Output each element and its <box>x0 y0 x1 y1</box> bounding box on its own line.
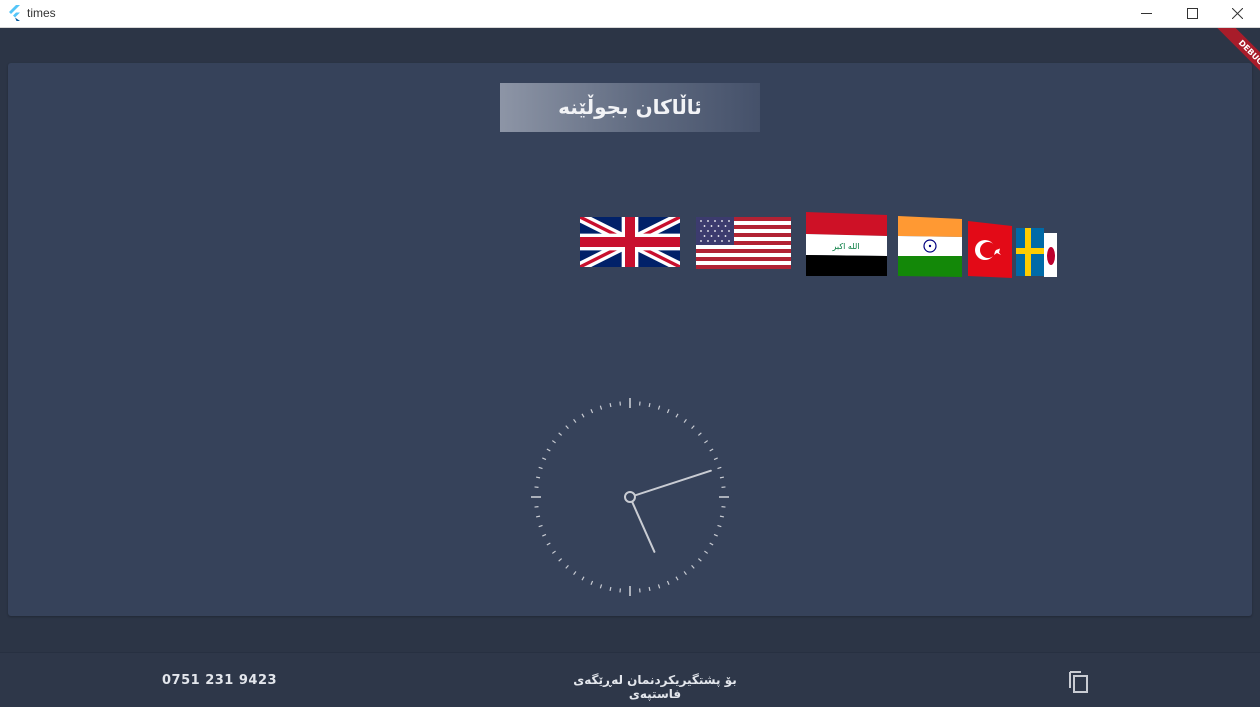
debug-label: DEBUG <box>1215 28 1260 88</box>
clock-tick <box>539 525 543 526</box>
clock-tick <box>720 516 724 517</box>
clock-tick <box>649 587 650 591</box>
clock-tick <box>536 477 540 478</box>
clock-tick <box>717 467 721 468</box>
clock-tick <box>542 534 546 536</box>
clock-tick <box>667 409 669 413</box>
flutter-logo-icon <box>8 5 22 21</box>
window-titlebar: times <box>0 0 1260 28</box>
close-icon <box>1232 8 1243 19</box>
clock-tick <box>714 534 718 536</box>
clock-tick <box>600 584 601 588</box>
minimize-icon <box>1141 8 1152 19</box>
top-band <box>0 28 1260 63</box>
clock-tick <box>547 449 550 451</box>
clock-tick <box>692 565 695 568</box>
clock-tick <box>547 543 550 545</box>
minimize-button[interactable] <box>1124 0 1170 27</box>
clock-tick <box>667 581 669 585</box>
clock-tick <box>591 409 593 413</box>
clock-tick <box>539 467 543 468</box>
clock-tick <box>536 516 540 517</box>
clock-tick <box>600 406 601 410</box>
uk-flag[interactable] <box>580 217 680 267</box>
analog-clock <box>530 397 730 597</box>
clock-tick <box>559 559 562 562</box>
clock-tick <box>649 403 650 407</box>
phone-number: 0751 231 9423 <box>162 673 277 688</box>
footer-bar: 0751 231 9423 بۆ پشتگیریکردنمان لەڕێگەی … <box>0 652 1260 707</box>
clock-tick <box>698 433 701 436</box>
clock-tick <box>658 406 659 410</box>
support-text: بۆ پشتگیریکردنمان لەڕێگەی فاستپەی <box>560 673 750 701</box>
clock-tick <box>610 587 611 591</box>
clock-tick <box>552 441 555 443</box>
title-banner: ئاڵاکان بجوڵێنە <box>500 83 760 132</box>
clock-tick <box>591 581 593 585</box>
clock-tick <box>542 458 546 460</box>
clock-tick <box>704 441 707 443</box>
debug-banner: DEBUG <box>1200 28 1260 88</box>
usa-flag[interactable] <box>696 217 791 269</box>
page-title: ئاڵاکان بجوڵێنە <box>500 83 760 132</box>
clock-tick <box>566 565 569 568</box>
clock-tick <box>717 525 721 526</box>
clock-tick <box>582 577 584 580</box>
close-button[interactable] <box>1215 0 1260 27</box>
clock-tick <box>574 571 576 574</box>
clock-center <box>625 492 635 502</box>
clock-tick <box>704 551 707 553</box>
clock-tick <box>574 419 576 422</box>
clock-tick <box>676 577 678 580</box>
clock-tick <box>710 543 713 545</box>
clock-tick <box>684 571 686 574</box>
maximize-icon <box>1187 8 1198 19</box>
copy-button[interactable] <box>1066 669 1090 693</box>
clock-tick <box>552 551 555 553</box>
clock-tick <box>566 426 569 429</box>
copy-icon <box>1066 669 1090 693</box>
clock-minute-hand <box>635 471 711 496</box>
clock-tick <box>676 414 678 417</box>
iraq-flag[interactable]: الله اكبر <box>806 212 887 276</box>
clock-tick <box>698 559 701 562</box>
clock-tick <box>692 426 695 429</box>
clock-tick <box>714 458 718 460</box>
clock-tick <box>610 403 611 407</box>
window-title: times <box>27 6 56 20</box>
turkey-flag[interactable] <box>968 221 1012 278</box>
clock-tick <box>582 414 584 417</box>
iraq-flag-inscription: الله اكبر <box>832 242 860 251</box>
clock-tick <box>710 449 713 451</box>
clock-tick <box>684 419 686 422</box>
clock-tick <box>658 584 659 588</box>
japan-flag[interactable] <box>1044 233 1057 277</box>
clock-tick <box>720 477 724 478</box>
clock-tick <box>559 433 562 436</box>
sweden-flag[interactable] <box>1016 228 1044 276</box>
india-flag[interactable] <box>898 216 962 277</box>
clock-hour-hand <box>632 502 654 552</box>
maximize-button[interactable] <box>1170 0 1216 27</box>
